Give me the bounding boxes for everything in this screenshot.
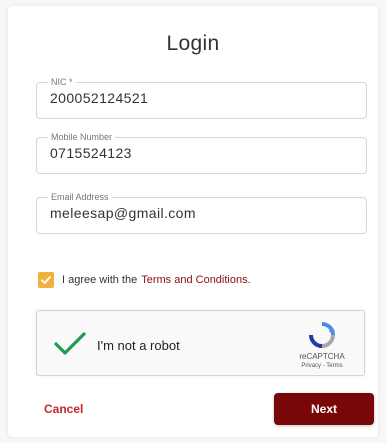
email-address-input[interactable] xyxy=(50,205,350,221)
recaptcha-logo-icon xyxy=(309,322,335,348)
recaptcha-privacy-terms[interactable]: Privacy - Terms xyxy=(291,363,353,369)
recaptcha-label: I'm not a robot xyxy=(97,338,180,353)
mobile-number-input[interactable] xyxy=(50,145,350,161)
nic-input[interactable] xyxy=(50,90,350,106)
cancel-button[interactable]: Cancel xyxy=(44,402,83,416)
mobile-number-field[interactable]: Mobile Number xyxy=(36,132,367,174)
recaptcha-branding: reCAPTCHA Privacy - Terms xyxy=(291,321,353,369)
terms-agreement-text: I agree with the xyxy=(62,274,138,286)
mobile-number-field-label: Mobile Number xyxy=(48,132,116,143)
recaptcha-checkmark-icon[interactable] xyxy=(53,331,87,357)
nic-field[interactable]: NIC * xyxy=(36,77,367,119)
email-address-field[interactable]: Email Address xyxy=(36,192,367,234)
login-card: Login NIC * Mobile Number Email Address … xyxy=(8,6,378,437)
terms-and-conditions-link[interactable]: Terms and Conditions. xyxy=(141,274,250,286)
email-address-field-label: Email Address xyxy=(48,192,112,203)
terms-agreement: I agree with the Terms and Conditions. xyxy=(38,271,251,289)
recaptcha-brand-text: reCAPTCHA xyxy=(299,352,345,361)
next-button[interactable]: Next xyxy=(274,393,374,425)
recaptcha-widget: I'm not a robot reCAPTCHA Privacy - Term… xyxy=(36,310,365,376)
nic-field-label: NIC * xyxy=(48,77,76,88)
terms-checkbox[interactable] xyxy=(38,272,54,288)
checkmark-icon xyxy=(41,276,51,284)
page-title: Login xyxy=(166,32,220,55)
